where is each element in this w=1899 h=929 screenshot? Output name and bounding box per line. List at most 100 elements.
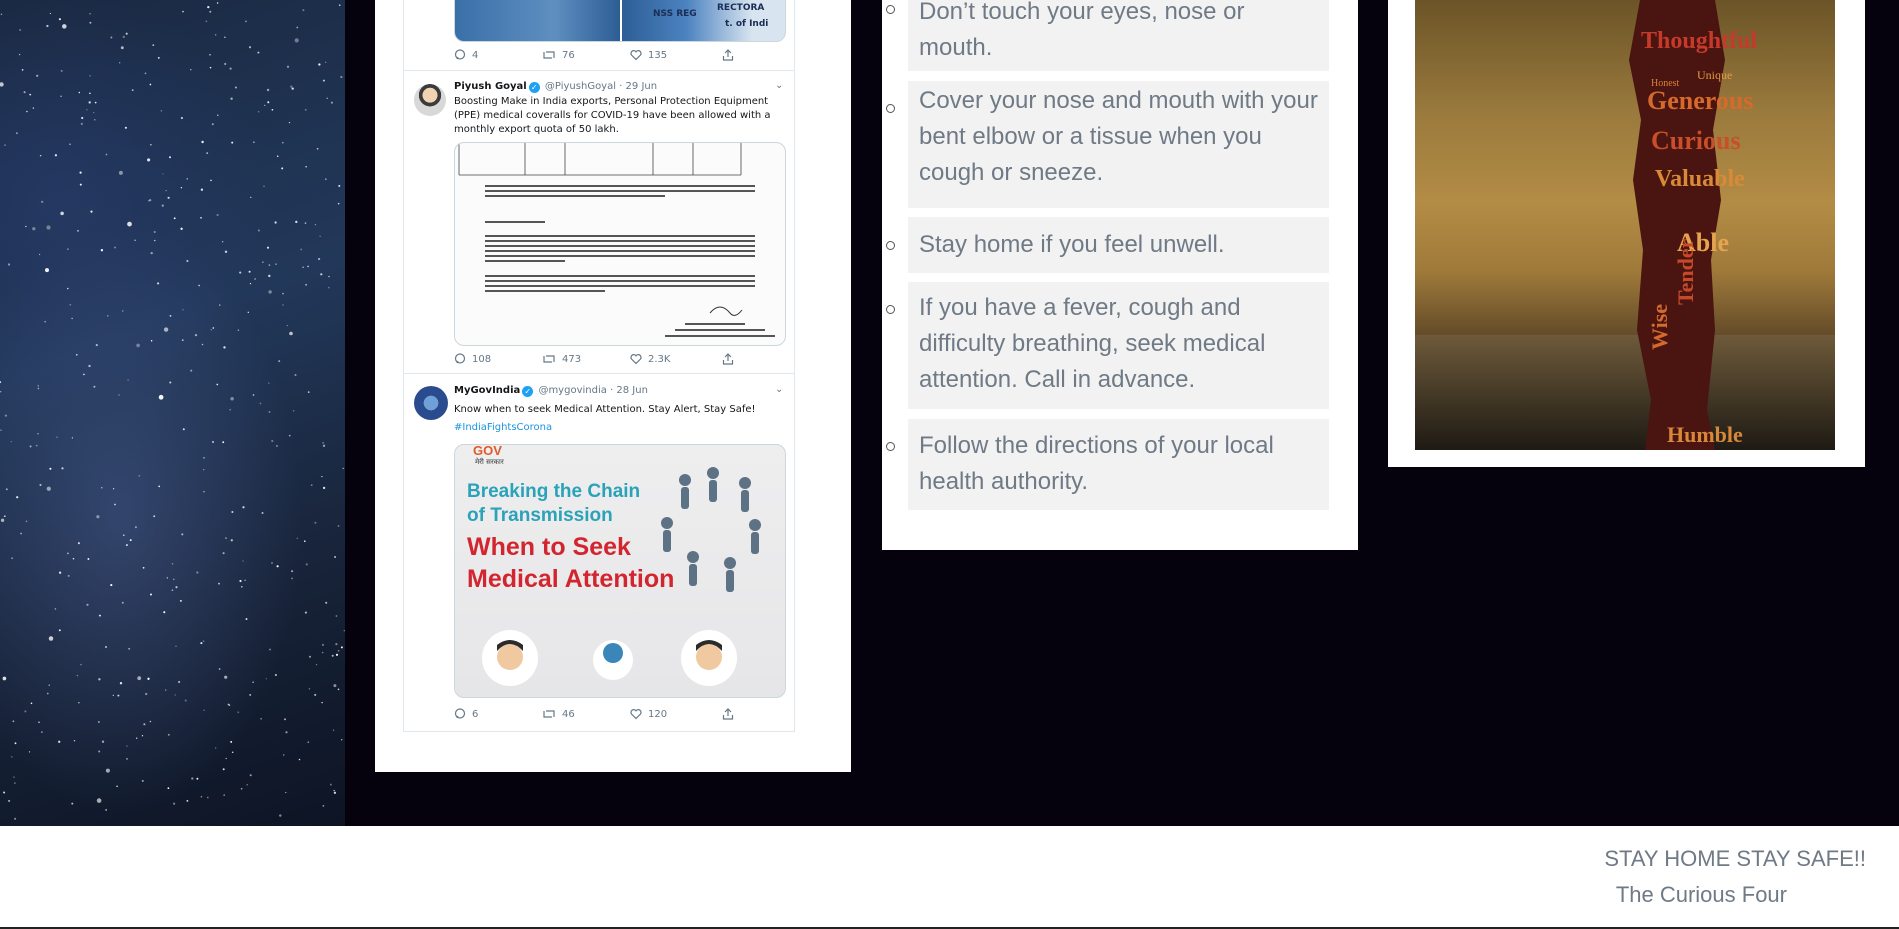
chevron-down-icon[interactable]: ⌄ xyxy=(775,384,783,395)
star-dot xyxy=(254,278,256,280)
star-dot xyxy=(304,540,306,542)
wordcloud-word: Humble xyxy=(1667,422,1743,447)
author-name[interactable]: MyGovIndia xyxy=(454,385,520,396)
share-button[interactable] xyxy=(722,708,740,720)
star-dot xyxy=(167,733,170,736)
star-dot xyxy=(216,2,219,4)
tweet-date[interactable]: · 29 Jun xyxy=(619,81,657,92)
star-dot xyxy=(194,333,198,337)
star-dot xyxy=(19,29,21,31)
star-dot xyxy=(257,229,260,232)
chevron-down-icon[interactable]: ⌄ xyxy=(775,80,783,91)
tweet-text: Boosting Make in India exports, Personal… xyxy=(454,96,771,135)
star-dot xyxy=(200,216,202,219)
star-dot xyxy=(58,18,61,21)
star-dot xyxy=(216,383,219,386)
star-dot xyxy=(13,776,15,778)
star-dot xyxy=(100,249,104,252)
retweet-button[interactable]: 76 xyxy=(542,49,630,61)
star-dot xyxy=(0,82,4,87)
star-dot xyxy=(37,433,39,435)
tweet-media-infographic[interactable]: GOV मेरी सरकार Breaking the Chain of Tra… xyxy=(454,444,786,698)
tweet-header: MyGovIndia ✓ @mygovindia · 28 Jun xyxy=(454,385,648,397)
author-name[interactable]: Piyush Goyal xyxy=(454,81,527,92)
retweet-button[interactable]: 46 xyxy=(542,708,630,720)
star-dot xyxy=(308,688,311,690)
like-button[interactable]: 2.3K xyxy=(630,353,722,365)
wordcloud-word: Thoughtful xyxy=(1641,28,1758,54)
star-dot xyxy=(89,13,91,15)
like-button[interactable]: 135 xyxy=(630,49,722,61)
star-dot xyxy=(304,108,307,111)
star-dot xyxy=(158,485,161,488)
star-dot xyxy=(67,574,70,577)
star-dot xyxy=(295,220,298,224)
star-dot xyxy=(296,537,298,539)
star-dot xyxy=(69,303,72,306)
author-handle[interactable]: @PiyushGoyal xyxy=(545,81,616,92)
tweet-media-photo[interactable]: NSS REG RECTORA t. of Indi xyxy=(454,0,786,42)
star-dot xyxy=(252,681,254,683)
author-handle[interactable]: @mygovindia xyxy=(538,385,606,396)
star-dot xyxy=(209,66,212,69)
star-dot xyxy=(46,24,49,28)
star-dot xyxy=(25,520,28,522)
star-dot xyxy=(333,684,337,688)
star-dot xyxy=(211,123,214,126)
star-dot xyxy=(257,111,260,113)
bullet-icon xyxy=(886,442,895,451)
reply-button[interactable]: 4 xyxy=(454,49,542,61)
footer-credit: The Curious Four xyxy=(1615,882,1787,907)
star-dot xyxy=(105,768,110,773)
share-button[interactable] xyxy=(722,49,740,61)
retweet-button[interactable]: 473 xyxy=(542,353,630,365)
star-dot xyxy=(11,756,13,758)
star-dot xyxy=(322,805,325,807)
avatar[interactable] xyxy=(414,84,446,116)
star-dot xyxy=(173,217,176,220)
tweet-header: Piyush Goyal ✓ @PiyushGoyal · 29 Jun xyxy=(454,81,657,93)
twitter-embed[interactable]: NSS REG RECTORA t. of Indi 4 76 135 Piyu… xyxy=(403,0,795,732)
star-dot xyxy=(275,263,277,266)
star-dot xyxy=(237,329,240,331)
tip-text: Cover your nose and mouth with your bent… xyxy=(908,81,1329,208)
star-dot xyxy=(320,273,323,276)
star-dot xyxy=(93,118,96,121)
star-dot xyxy=(79,171,82,174)
hashtag-link[interactable]: #IndiaFightsCorona xyxy=(454,421,552,435)
star-dot xyxy=(259,402,262,405)
star-dot xyxy=(225,537,227,540)
star-dot xyxy=(46,486,51,491)
star-dot xyxy=(116,785,118,788)
star-dot xyxy=(39,154,42,157)
avatar[interactable] xyxy=(414,386,448,420)
share-button[interactable] xyxy=(722,353,740,365)
star-dot xyxy=(169,315,172,317)
star-dot xyxy=(307,741,310,744)
star-dot xyxy=(219,304,221,306)
star-dot xyxy=(275,445,278,447)
star-dot xyxy=(69,143,71,146)
star-dot xyxy=(153,515,156,518)
tweet-date[interactable]: · 28 Jun xyxy=(610,385,648,396)
tweet-text: Know when to seek Medical Attention. Sta… xyxy=(454,404,756,415)
star-dot xyxy=(268,274,271,278)
star-dot xyxy=(304,222,307,224)
star-dot xyxy=(30,702,33,705)
star-dot xyxy=(120,46,124,50)
star-dot xyxy=(0,429,2,432)
star-dot xyxy=(335,615,338,617)
star-dot xyxy=(78,702,80,704)
reply-button[interactable]: 6 xyxy=(454,708,542,720)
star-dot xyxy=(230,539,233,542)
like-button[interactable]: 120 xyxy=(630,708,722,720)
star-dot xyxy=(288,121,291,124)
star-dot xyxy=(215,34,217,36)
star-dot xyxy=(71,437,74,439)
star-dot xyxy=(328,286,330,289)
star-dot xyxy=(25,225,27,228)
tweet-media-document[interactable] xyxy=(454,142,786,346)
tip-text: If you have a fever, cough and difficult… xyxy=(908,282,1329,409)
reply-button[interactable]: 108 xyxy=(454,353,542,365)
star-dot xyxy=(205,20,208,23)
